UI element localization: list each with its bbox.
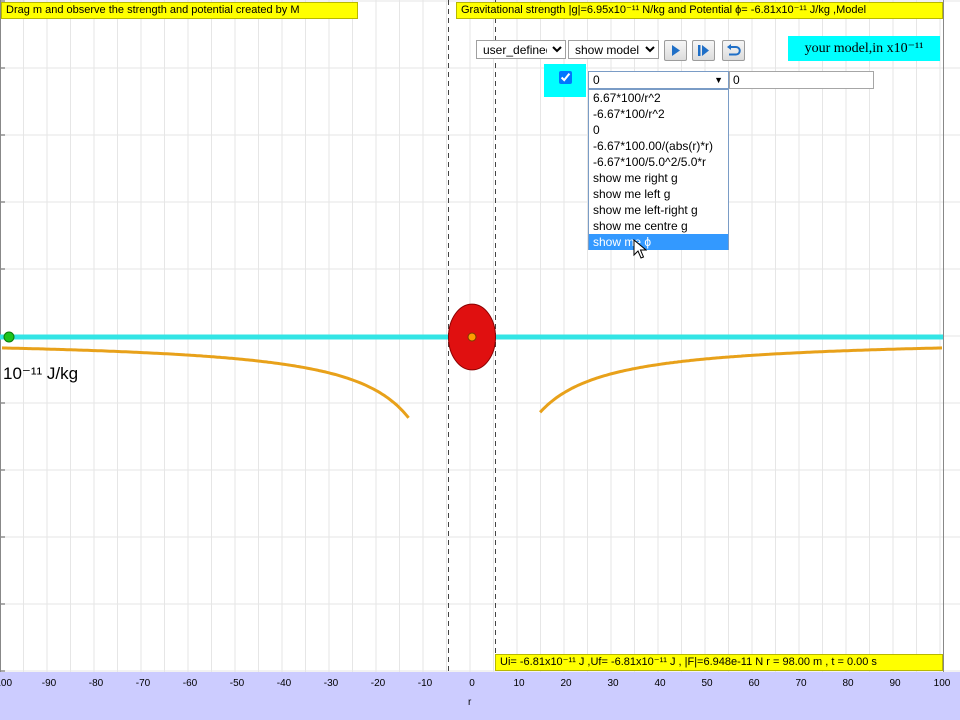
step-forward-button[interactable]	[692, 40, 715, 61]
potential-unit-label: 10⁻¹¹ J/kg	[3, 364, 79, 383]
step-forward-icon	[698, 45, 709, 56]
x-tick-label: -70	[135, 678, 151, 689]
formula-option[interactable]: show me right g	[589, 170, 728, 186]
reset-icon	[727, 44, 741, 56]
x-axis-title: r	[468, 697, 472, 708]
readout-banner: Ui= -6.81x10⁻¹¹ J ,Uf= -6.81x10⁻¹¹ J , |…	[495, 654, 943, 671]
instruction-banner: Drag m and observe the strength and pote…	[1, 2, 358, 19]
formula-input[interactable]	[729, 71, 874, 89]
x-tick-label: 20	[560, 678, 572, 689]
model-checkbox-panel	[544, 64, 586, 97]
formula-option[interactable]: -6.67*100/5.0^2/5.0*r	[589, 154, 728, 170]
x-tick-label: 10	[513, 678, 525, 689]
x-tick-label: -80	[88, 678, 104, 689]
x-tick-label: -60	[182, 678, 198, 689]
x-tick-label: 40	[654, 678, 666, 689]
x-tick-label: 50	[701, 678, 713, 689]
formula-option[interactable]: 0	[589, 122, 728, 138]
x-tick-label: -20	[370, 678, 386, 689]
x-tick-label: 70	[795, 678, 807, 689]
test-mass-m	[467, 332, 477, 342]
formula-option[interactable]: 6.67*100/r^2	[589, 90, 728, 106]
x-tick-label: 60	[748, 678, 760, 689]
x-tick-label: -90	[41, 678, 57, 689]
x-tick-label: -100	[0, 678, 13, 689]
x-tick-label: -50	[229, 678, 245, 689]
formula-option[interactable]: -6.67*100.00/(abs(r)*r)	[589, 138, 728, 154]
pointer-cursor-icon	[633, 239, 647, 259]
x-tick-label: 30	[607, 678, 619, 689]
reset-button[interactable]	[722, 40, 745, 61]
display-mode-select[interactable]: show model	[568, 40, 659, 59]
formula-option[interactable]: show me ϕ	[589, 234, 728, 250]
chevron-down-icon: ▼	[714, 75, 723, 85]
model-type-select[interactable]: user_defined	[476, 40, 566, 59]
x-axis-ticks: -100-90-80-70-60-50-40-30-20-10010203040…	[0, 672, 960, 692]
play-button[interactable]	[664, 40, 687, 61]
x-tick-label: -10	[417, 678, 433, 689]
model-line-handle	[3, 331, 15, 343]
x-tick-label: -40	[276, 678, 292, 689]
play-icon	[672, 45, 680, 56]
formula-dropdown-list[interactable]: 6.67*100/r^2 -6.67*100/r^2 0 -6.67*100.00/(…	[588, 89, 729, 250]
formula-select-value: 0	[593, 73, 600, 87]
plot-area[interactable]	[0, 0, 960, 720]
model-label: your model,in x10⁻¹¹	[788, 36, 940, 61]
x-tick-label: -30	[323, 678, 339, 689]
formula-option[interactable]: -6.67*100/r^2	[589, 106, 728, 122]
formula-option[interactable]: show me left g	[589, 186, 728, 202]
x-tick-label: 80	[842, 678, 854, 689]
status-banner: Gravitational strength |g|=6.95x10⁻¹¹ N/…	[456, 2, 943, 19]
formula-option[interactable]: show me left-right g	[589, 202, 728, 218]
x-tick-label: 100	[933, 678, 951, 689]
model-checkbox[interactable]	[559, 71, 572, 84]
formula-option[interactable]: show me centre g	[589, 218, 728, 234]
x-tick-label: 0	[469, 678, 475, 689]
formula-select[interactable]: 0 ▼	[588, 71, 729, 89]
x-tick-label: 90	[889, 678, 901, 689]
